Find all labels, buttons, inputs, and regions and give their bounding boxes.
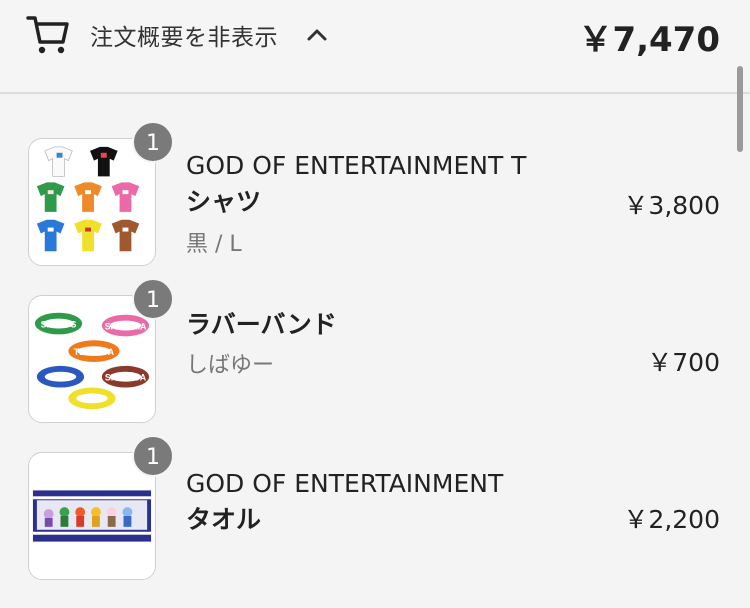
item-name: GOD OF ENTERTAINMENT T シャツ	[186, 148, 586, 220]
band-label: SHIMITS	[41, 320, 77, 330]
rubber-bands-image: SHIMITS SHIMEMA TETSUYA RYO SHIMEGA	[28, 295, 156, 423]
item-variant: 黒 / L	[186, 232, 242, 257]
scrollbar[interactable]	[737, 66, 743, 152]
item-price: ￥3,800	[623, 191, 720, 220]
item-price: ￥2,200	[623, 505, 720, 534]
item-name: GOD OF ENTERTAINMENT タオル	[186, 466, 586, 538]
hide-order-summary-label[interactable]: 注文概要を非表示	[90, 18, 278, 52]
towel-image	[28, 452, 156, 580]
quantity-badge: 1	[132, 435, 174, 477]
band-label: SHIMEGA	[105, 373, 147, 383]
order-total: ￥7,470	[578, 20, 720, 60]
tshirt-collection-image	[28, 138, 156, 266]
item-name: ラバーバンド	[186, 307, 586, 343]
band-label: RYO	[51, 373, 70, 383]
quantity-badge: 1	[132, 278, 174, 320]
item-price: ￥700	[647, 348, 720, 377]
cart-icon	[26, 16, 69, 54]
chevron-up-icon[interactable]	[306, 26, 328, 42]
band-label: SHIMEMA	[105, 321, 147, 331]
band-label: TETSUYA	[74, 347, 115, 357]
item-name-line1: ラバーバンド	[186, 310, 337, 339]
quantity-badge: 1	[132, 121, 174, 163]
tshirt-grid	[36, 146, 140, 252]
item-name-line1: GOD OF ENTERTAINMENT T	[186, 151, 527, 180]
item-name-line1: GOD OF ENTERTAINMENT	[186, 469, 504, 498]
item-name-line2: シャツ	[186, 187, 262, 216]
item-variant: しばゆー	[186, 353, 275, 378]
order-summary-header[interactable]: 注文概要を非表示 ￥7,470	[0, 0, 750, 94]
item-name-line2: タオル	[186, 505, 262, 534]
